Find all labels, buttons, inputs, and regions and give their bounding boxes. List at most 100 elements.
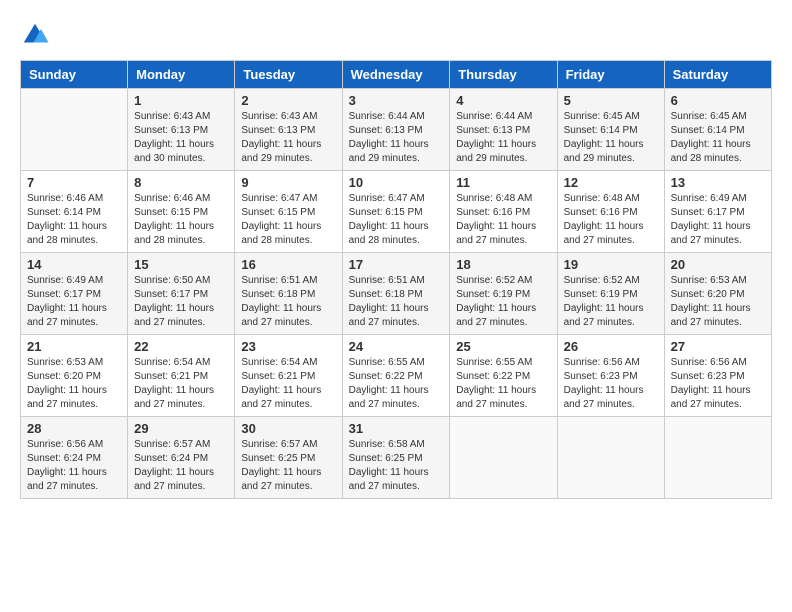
calendar-day-cell: 10Sunrise: 6:47 AM Sunset: 6:15 PM Dayli… [342, 171, 450, 253]
calendar-day-cell: 18 Sunrise: 6:52 AM Sunset: 6:19 PM Dayli… [450, 253, 557, 335]
calendar-day-cell: 9 Sunrise: 6:47 AM Sunset: 6:15 PM Daylig… [235, 171, 342, 253]
day-number: 12 [564, 175, 658, 190]
day-info: Sunrise: 6:57 AM Sunset: 6:25 PM Dayligh… [241, 438, 335, 494]
day-info: Sunrise: 6:43 AM Sunset: 6:13 PM Dayligh… [134, 110, 228, 166]
day-info: Sunrise: 6:46 AM Sunset: 6:14 PM Dayligh… [27, 192, 121, 248]
calendar-day-cell: 3Sunrise: 6:44 AM Sunset: 6:13 PM Daylig… [342, 89, 450, 171]
page-header [20, 20, 772, 50]
day-number: 5 [564, 93, 658, 108]
calendar-day-cell: 23 Sunrise: 6:54 AM Sunset: 6:21 PM Dayli… [235, 335, 342, 417]
day-info: Sunrise: 6:55 AM Sunset: 6:22 PM Dayligh… [349, 356, 444, 412]
day-info: Sunrise: 6:55 AM Sunset: 6:22 PM Dayligh… [456, 356, 550, 412]
calendar-day-cell: 16 Sunrise: 6:51 AM Sunset: 6:18 PM Dayli… [235, 253, 342, 335]
day-header: Sunday [21, 61, 128, 89]
calendar-day-cell: 22 Sunrise: 6:54 AM Sunset: 6:21 PM Dayli… [128, 335, 235, 417]
day-number: 30 [241, 421, 335, 436]
day-number: 29 [134, 421, 228, 436]
day-number: 23 [241, 339, 335, 354]
calendar-week-row: 1 Sunrise: 6:43 AM Sunset: 6:13 PM Daylig… [21, 89, 772, 171]
calendar-day-cell: 13Sunrise: 6:49 AM Sunset: 6:17 PM Dayli… [664, 171, 771, 253]
day-info: Sunrise: 6:44 AM Sunset: 6:13 PM Dayligh… [456, 110, 550, 166]
calendar-day-cell [664, 417, 771, 499]
calendar-header-row: SundayMondayTuesdayWednesdayThursdayFrid… [21, 61, 772, 89]
day-info: Sunrise: 6:56 AM Sunset: 6:24 PM Dayligh… [27, 438, 121, 494]
day-info: Sunrise: 6:56 AM Sunset: 6:23 PM Dayligh… [564, 356, 658, 412]
day-info: Sunrise: 6:46 AM Sunset: 6:15 PM Dayligh… [134, 192, 228, 248]
calendar-day-cell: 8 Sunrise: 6:46 AM Sunset: 6:15 PM Daylig… [128, 171, 235, 253]
calendar-day-cell: 6Sunrise: 6:45 AM Sunset: 6:14 PM Daylig… [664, 89, 771, 171]
calendar-day-cell: 29 Sunrise: 6:57 AM Sunset: 6:24 PM Dayli… [128, 417, 235, 499]
day-header: Tuesday [235, 61, 342, 89]
day-number: 2 [241, 93, 335, 108]
calendar-day-cell: 4 Sunrise: 6:44 AM Sunset: 6:13 PM Daylig… [450, 89, 557, 171]
logo [20, 20, 54, 50]
calendar-day-cell: 31 Sunrise: 6:58 AM Sunset: 6:25 PM Dayli… [342, 417, 450, 499]
calendar-day-cell: 28 Sunrise: 6:56 AM Sunset: 6:24 PM Dayli… [21, 417, 128, 499]
day-info: Sunrise: 6:47 AM Sunset: 6:15 PM Dayligh… [241, 192, 335, 248]
day-header: Wednesday [342, 61, 450, 89]
day-number: 31 [349, 421, 444, 436]
day-number: 9 [241, 175, 335, 190]
day-number: 13 [671, 175, 765, 190]
calendar-day-cell: 7 Sunrise: 6:46 AM Sunset: 6:14 PM Daylig… [21, 171, 128, 253]
day-number: 20 [671, 257, 765, 272]
calendar-day-cell: 17 Sunrise: 6:51 AM Sunset: 6:18 PM Dayli… [342, 253, 450, 335]
day-number: 22 [134, 339, 228, 354]
calendar-day-cell: 14 Sunrise: 6:49 AM Sunset: 6:17 PM Dayli… [21, 253, 128, 335]
day-info: Sunrise: 6:51 AM Sunset: 6:18 PM Dayligh… [241, 274, 335, 330]
day-info: Sunrise: 6:58 AM Sunset: 6:25 PM Dayligh… [349, 438, 444, 494]
calendar-day-cell: 26 Sunrise: 6:56 AM Sunset: 6:23 PM Dayli… [557, 335, 664, 417]
calendar-day-cell: 20 Sunrise: 6:53 AM Sunset: 6:20 PM Dayli… [664, 253, 771, 335]
day-info: Sunrise: 6:52 AM Sunset: 6:19 PM Dayligh… [564, 274, 658, 330]
calendar-week-row: 21Sunrise: 6:53 AM Sunset: 6:20 PM Dayli… [21, 335, 772, 417]
day-header: Saturday [664, 61, 771, 89]
day-number: 7 [27, 175, 121, 190]
day-number: 4 [456, 93, 550, 108]
calendar-table: SundayMondayTuesdayWednesdayThursdayFrid… [20, 60, 772, 499]
day-info: Sunrise: 6:52 AM Sunset: 6:19 PM Dayligh… [456, 274, 550, 330]
day-number: 1 [134, 93, 228, 108]
day-info: Sunrise: 6:54 AM Sunset: 6:21 PM Dayligh… [134, 356, 228, 412]
day-info: Sunrise: 6:57 AM Sunset: 6:24 PM Dayligh… [134, 438, 228, 494]
day-info: Sunrise: 6:51 AM Sunset: 6:18 PM Dayligh… [349, 274, 444, 330]
day-info: Sunrise: 6:47 AM Sunset: 6:15 PM Dayligh… [349, 192, 444, 248]
day-info: Sunrise: 6:50 AM Sunset: 6:17 PM Dayligh… [134, 274, 228, 330]
calendar-day-cell: 30 Sunrise: 6:57 AM Sunset: 6:25 PM Dayli… [235, 417, 342, 499]
day-info: Sunrise: 6:48 AM Sunset: 6:16 PM Dayligh… [456, 192, 550, 248]
day-number: 17 [349, 257, 444, 272]
day-info: Sunrise: 6:53 AM Sunset: 6:20 PM Dayligh… [671, 274, 765, 330]
day-number: 14 [27, 257, 121, 272]
calendar-day-cell: 12Sunrise: 6:48 AM Sunset: 6:16 PM Dayli… [557, 171, 664, 253]
calendar-week-row: 28 Sunrise: 6:56 AM Sunset: 6:24 PM Dayli… [21, 417, 772, 499]
day-info: Sunrise: 6:49 AM Sunset: 6:17 PM Dayligh… [27, 274, 121, 330]
calendar-week-row: 14 Sunrise: 6:49 AM Sunset: 6:17 PM Dayli… [21, 253, 772, 335]
day-number: 18 [456, 257, 550, 272]
calendar-day-cell: 5Sunrise: 6:45 AM Sunset: 6:14 PM Daylig… [557, 89, 664, 171]
calendar-day-cell [557, 417, 664, 499]
logo-icon [20, 20, 50, 50]
calendar-day-cell: 11 Sunrise: 6:48 AM Sunset: 6:16 PM Dayli… [450, 171, 557, 253]
day-number: 26 [564, 339, 658, 354]
day-number: 25 [456, 339, 550, 354]
day-number: 21 [27, 339, 121, 354]
calendar-day-cell: 15Sunrise: 6:50 AM Sunset: 6:17 PM Dayli… [128, 253, 235, 335]
calendar-week-row: 7 Sunrise: 6:46 AM Sunset: 6:14 PM Daylig… [21, 171, 772, 253]
calendar-day-cell: 19 Sunrise: 6:52 AM Sunset: 6:19 PM Dayli… [557, 253, 664, 335]
day-number: 28 [27, 421, 121, 436]
day-info: Sunrise: 6:43 AM Sunset: 6:13 PM Dayligh… [241, 110, 335, 166]
day-number: 16 [241, 257, 335, 272]
calendar-day-cell: 24Sunrise: 6:55 AM Sunset: 6:22 PM Dayli… [342, 335, 450, 417]
day-number: 19 [564, 257, 658, 272]
calendar-day-cell: 21Sunrise: 6:53 AM Sunset: 6:20 PM Dayli… [21, 335, 128, 417]
day-info: Sunrise: 6:54 AM Sunset: 6:21 PM Dayligh… [241, 356, 335, 412]
day-info: Sunrise: 6:56 AM Sunset: 6:23 PM Dayligh… [671, 356, 765, 412]
day-number: 3 [349, 93, 444, 108]
day-number: 8 [134, 175, 228, 190]
day-number: 11 [456, 175, 550, 190]
day-number: 6 [671, 93, 765, 108]
calendar-day-cell: 2 Sunrise: 6:43 AM Sunset: 6:13 PM Daylig… [235, 89, 342, 171]
day-header: Thursday [450, 61, 557, 89]
calendar-day-cell: 1 Sunrise: 6:43 AM Sunset: 6:13 PM Daylig… [128, 89, 235, 171]
calendar-day-cell: 27Sunrise: 6:56 AM Sunset: 6:23 PM Dayli… [664, 335, 771, 417]
calendar-day-cell [21, 89, 128, 171]
